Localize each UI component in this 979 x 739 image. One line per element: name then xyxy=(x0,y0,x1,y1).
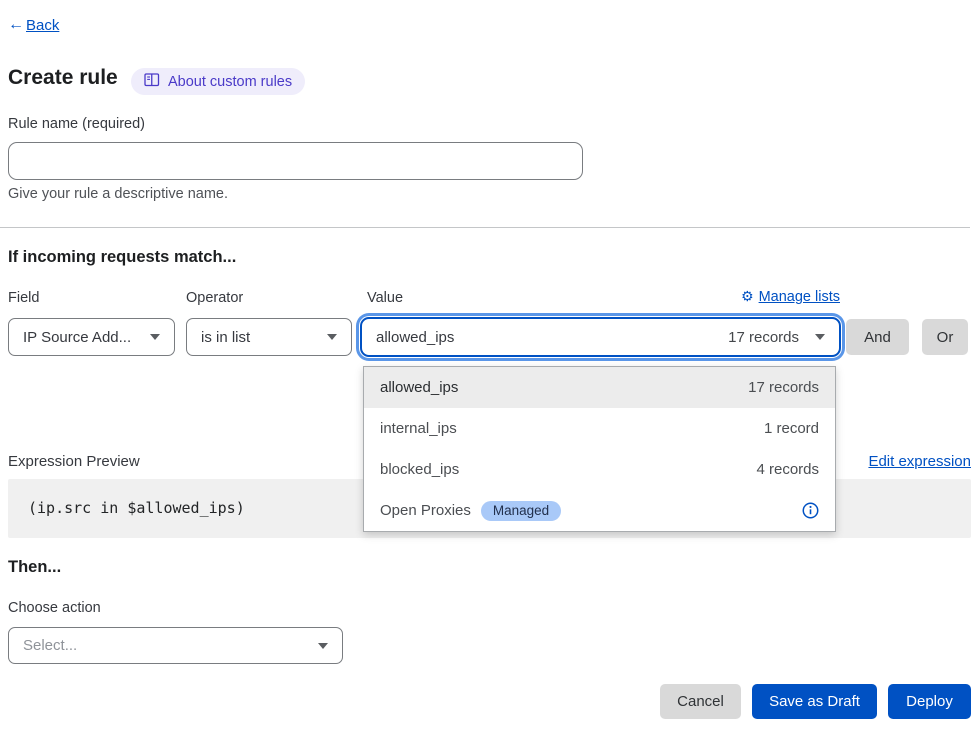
list-name: Open Proxies xyxy=(380,502,471,519)
list-name: allowed_ips xyxy=(380,379,458,396)
dropdown-item-blocked-ips[interactable]: blocked_ips 4 records xyxy=(364,449,835,490)
list-name: internal_ips xyxy=(380,420,457,437)
page-title: Create rule xyxy=(8,66,118,90)
info-icon[interactable] xyxy=(802,502,819,519)
field-label: Field xyxy=(8,290,39,306)
list-name: blocked_ips xyxy=(380,461,459,478)
value-label: Value xyxy=(367,290,403,306)
expression-code: (ip.src in $allowed_ips) xyxy=(28,499,245,517)
expression-preview-label: Expression Preview xyxy=(8,453,140,470)
chevron-down-icon xyxy=(327,334,337,340)
and-button[interactable]: And xyxy=(846,319,909,355)
chevron-down-icon xyxy=(815,334,825,340)
back-link[interactable]: ←Back xyxy=(8,16,59,34)
action-select[interactable]: Select... xyxy=(8,627,343,664)
field-select[interactable]: IP Source Add... xyxy=(8,318,175,356)
list-record-count: 17 records xyxy=(748,379,819,396)
dropdown-item-open-proxies[interactable]: Open Proxies Managed xyxy=(364,490,835,531)
dropdown-item-allowed-ips[interactable]: allowed_ips 17 records xyxy=(364,367,835,408)
chevron-down-icon xyxy=(318,643,328,649)
about-custom-rules-label: About custom rules xyxy=(168,74,292,90)
list-record-count: 4 records xyxy=(756,461,819,478)
book-icon xyxy=(144,73,160,91)
value-select[interactable]: allowed_ips 17 records xyxy=(360,317,841,357)
operator-select[interactable]: is in list xyxy=(186,318,352,356)
back-link-label: Back xyxy=(26,17,59,34)
save-as-draft-button[interactable]: Save as Draft xyxy=(752,684,877,719)
value-select-value: allowed_ips xyxy=(376,329,728,346)
dropdown-item-internal-ips[interactable]: internal_ips 1 record xyxy=(364,408,835,449)
managed-badge: Managed xyxy=(481,501,561,521)
field-select-value: IP Source Add... xyxy=(23,329,140,346)
or-button[interactable]: Or xyxy=(922,319,968,355)
manage-lists-label: Manage lists xyxy=(759,289,840,305)
then-section-heading: Then... xyxy=(8,558,61,577)
chevron-down-icon xyxy=(150,334,160,340)
match-section-heading: If incoming requests match... xyxy=(8,248,236,267)
deploy-button[interactable]: Deploy xyxy=(888,684,971,719)
rule-name-helper-text: Give your rule a descriptive name. xyxy=(8,186,228,202)
create-rule-page: ←Back Create rule About custom rules Rul… xyxy=(0,0,979,739)
value-dropdown-menu: allowed_ips 17 records internal_ips 1 re… xyxy=(363,366,836,532)
rule-name-label: Rule name (required) xyxy=(8,116,145,132)
gear-icon: ⚙ xyxy=(741,289,754,305)
rule-name-input[interactable] xyxy=(8,142,583,180)
back-arrow-icon: ← xyxy=(8,16,24,34)
about-custom-rules-link[interactable]: About custom rules xyxy=(131,68,305,95)
operator-select-value: is in list xyxy=(201,329,317,346)
manage-lists-link[interactable]: ⚙ Manage lists xyxy=(741,289,840,305)
action-select-placeholder: Select... xyxy=(23,637,308,654)
section-divider xyxy=(0,227,970,228)
value-select-records: 17 records xyxy=(728,329,799,346)
list-record-count: 1 record xyxy=(764,420,819,437)
choose-action-label: Choose action xyxy=(8,600,101,616)
operator-label: Operator xyxy=(186,290,243,306)
edit-expression-link[interactable]: Edit expression xyxy=(868,453,971,470)
cancel-button[interactable]: Cancel xyxy=(660,684,741,719)
